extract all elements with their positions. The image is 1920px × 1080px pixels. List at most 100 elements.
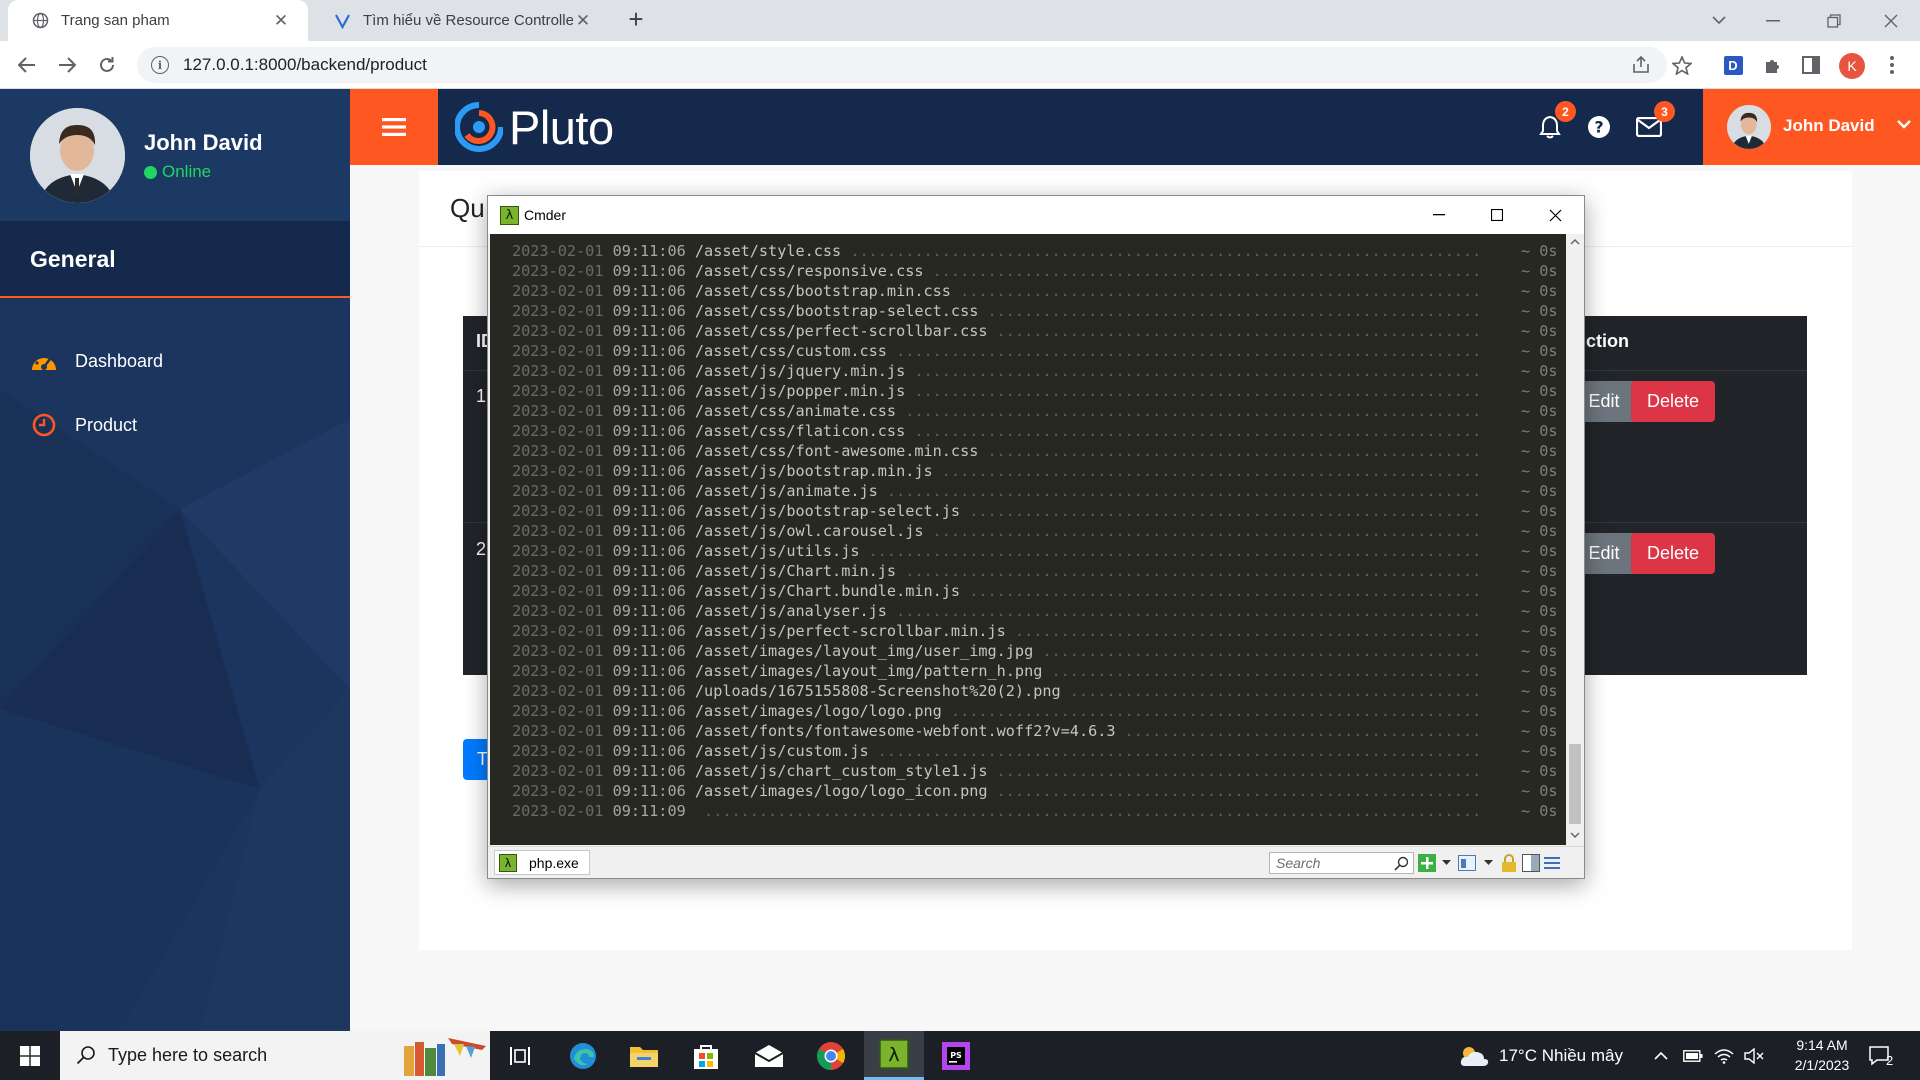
log-date: 2023-02-01 xyxy=(512,762,604,780)
lock-icon[interactable] xyxy=(1499,853,1519,873)
log-duration: ~ 0s xyxy=(1521,522,1558,540)
browser-toolbar: i 127.0.0.1:8000/backend/product D K xyxy=(0,41,1920,89)
profile-avatar[interactable]: K xyxy=(1839,53,1865,79)
sidebar: John David Online General Dashboard Prod… xyxy=(0,89,350,1031)
windows-start-button[interactable] xyxy=(0,1031,60,1080)
close-tab-icon[interactable]: ✕ xyxy=(271,11,291,31)
console-tab[interactable]: λ php.exe xyxy=(494,850,590,875)
reload-icon[interactable] xyxy=(92,50,122,80)
log-date: 2023-02-01 xyxy=(512,482,604,500)
hamburger-menu-button[interactable] xyxy=(350,89,438,165)
scrollbar[interactable] xyxy=(1566,234,1584,845)
log-duration: ~ 0s xyxy=(1521,422,1558,440)
browser-tab-strip: Trang san pham ✕ Tìm hiểu về Resource Co… xyxy=(0,0,1920,41)
volume-muted-icon[interactable] xyxy=(1744,1031,1764,1080)
mail-icon[interactable] xyxy=(739,1031,799,1080)
log-duration: ~ 0s xyxy=(1521,642,1558,660)
tab-resource-controller[interactable]: Tìm hiểu về Resource Controller t ✕ xyxy=(310,0,610,41)
site-info-icon[interactable]: i xyxy=(151,56,169,74)
log-date: 2023-02-01 xyxy=(512,422,604,440)
close-window-icon[interactable] xyxy=(1862,0,1920,41)
log-date: 2023-02-01 xyxy=(512,662,604,680)
log-date: 2023-02-01 xyxy=(512,442,604,460)
delete-button[interactable]: Delete xyxy=(1631,381,1715,422)
sidebar-item-dashboard[interactable]: Dashboard xyxy=(30,346,163,376)
extensions-puzzle-icon[interactable] xyxy=(1757,50,1787,80)
online-status: Online xyxy=(144,162,211,182)
back-arrow-icon[interactable] xyxy=(12,50,42,80)
log-duration: ~ 0s xyxy=(1521,562,1558,580)
sidebar-item-label: Dashboard xyxy=(75,350,164,371)
weather-widget[interactable]: 17°C Nhiều mây xyxy=(1457,1031,1623,1080)
phpstorm-icon[interactable]: PS xyxy=(926,1031,986,1080)
address-bar-input[interactable]: i 127.0.0.1:8000/backend/product xyxy=(137,47,1667,83)
help-button[interactable]: ? xyxy=(1583,111,1615,143)
restore-icon[interactable] xyxy=(1805,0,1863,41)
minimize-icon[interactable] xyxy=(1744,0,1802,41)
cmder-titlebar[interactable]: λ Cmder xyxy=(488,196,1584,234)
close-tab-icon[interactable]: ✕ xyxy=(573,11,593,31)
log-path: /asset/js/popper.min.js xyxy=(694,382,906,400)
log-time: 09:11:06 xyxy=(612,642,686,660)
side-panel-icon[interactable] xyxy=(1796,50,1826,80)
wifi-icon[interactable] xyxy=(1714,1031,1734,1080)
dashboard-gauge-icon xyxy=(30,347,58,375)
notifications-button[interactable]: 2 xyxy=(1534,101,1576,143)
chevron-down-icon[interactable] xyxy=(1478,853,1498,873)
taskbar-clock[interactable]: 9:14 AM 2/1/2023 xyxy=(1770,1035,1874,1075)
edge-browser-icon[interactable] xyxy=(553,1031,613,1080)
cmder-window[interactable]: λ Cmder 2023-02-01 09:11:06 /asset/style… xyxy=(487,195,1585,879)
log-duration: ~ 0s xyxy=(1521,602,1558,620)
new-console-icon[interactable] xyxy=(1417,853,1437,873)
edit-label: Edit xyxy=(1588,391,1620,411)
more-menu-icon[interactable] xyxy=(1877,50,1907,80)
delete-button[interactable]: Delete xyxy=(1631,533,1715,574)
chrome-icon[interactable] xyxy=(801,1031,861,1080)
log-time: 09:11:06 xyxy=(612,322,686,340)
battery-icon[interactable] xyxy=(1683,1031,1703,1080)
console-output[interactable]: 2023-02-01 09:11:06 /asset/style.css ...… xyxy=(490,234,1566,845)
log-path: /asset/js/owl.carousel.js xyxy=(694,522,924,540)
windows-taskbar: Type here to search λ PS 17°C Nhiều mây xyxy=(0,1031,1920,1080)
close-icon[interactable] xyxy=(1526,196,1584,234)
log-date: 2023-02-01 xyxy=(512,682,604,700)
log-time: 09:11:06 xyxy=(612,782,686,800)
cmder-taskbar-icon[interactable]: λ xyxy=(864,1031,924,1080)
avatar[interactable] xyxy=(30,108,125,203)
log-time: 09:11:06 xyxy=(612,542,686,560)
log-duration: ~ 0s xyxy=(1521,262,1558,280)
tab-search-icon[interactable] xyxy=(1690,0,1748,41)
scrollbar-thumb[interactable] xyxy=(1569,744,1581,824)
show-hidden-icons-chevron-icon[interactable] xyxy=(1654,1031,1668,1080)
notification-center-icon[interactable]: 2 xyxy=(1868,1031,1893,1080)
cmder-search-input[interactable]: Search xyxy=(1269,852,1414,874)
task-view-icon[interactable] xyxy=(490,1031,550,1080)
split-view-icon[interactable] xyxy=(1457,853,1477,873)
log-time: 09:11:09 xyxy=(612,802,686,820)
log-duration: ~ 0s xyxy=(1521,802,1558,820)
taskbar-search-input[interactable]: Type here to search xyxy=(60,1031,490,1080)
pluto-logo[interactable]: Pluto xyxy=(455,98,614,156)
user-dropdown[interactable]: John David xyxy=(1703,89,1920,165)
tab-trang-san-pham[interactable]: Trang san pham ✕ xyxy=(8,0,308,41)
section-title: General xyxy=(30,246,116,272)
sidebar-item-product[interactable]: Product xyxy=(30,410,137,440)
minimize-icon[interactable] xyxy=(1410,196,1468,234)
microsoft-store-icon[interactable] xyxy=(676,1031,736,1080)
log-dots: ........................................… xyxy=(987,782,1482,800)
menu-lines-icon[interactable] xyxy=(1542,853,1562,873)
extension-d-icon[interactable]: D xyxy=(1718,50,1748,80)
file-explorer-icon[interactable] xyxy=(614,1031,674,1080)
bookmark-star-icon[interactable] xyxy=(1667,50,1697,80)
log-line: 2023-02-01 09:11:09 ....................… xyxy=(512,801,1566,821)
messages-button[interactable]: 3 xyxy=(1633,101,1675,143)
maximize-icon[interactable] xyxy=(1468,196,1526,234)
panel-layout-icon[interactable] xyxy=(1521,853,1541,873)
log-time: 09:11:06 xyxy=(612,662,686,680)
chevron-down-icon[interactable] xyxy=(1436,853,1456,873)
new-tab-button[interactable]: + xyxy=(622,6,650,34)
forward-arrow-icon[interactable] xyxy=(52,50,82,80)
share-icon[interactable] xyxy=(1626,50,1656,80)
viblo-icon xyxy=(334,12,351,29)
url-text: 127.0.0.1:8000/backend/product xyxy=(183,55,427,74)
